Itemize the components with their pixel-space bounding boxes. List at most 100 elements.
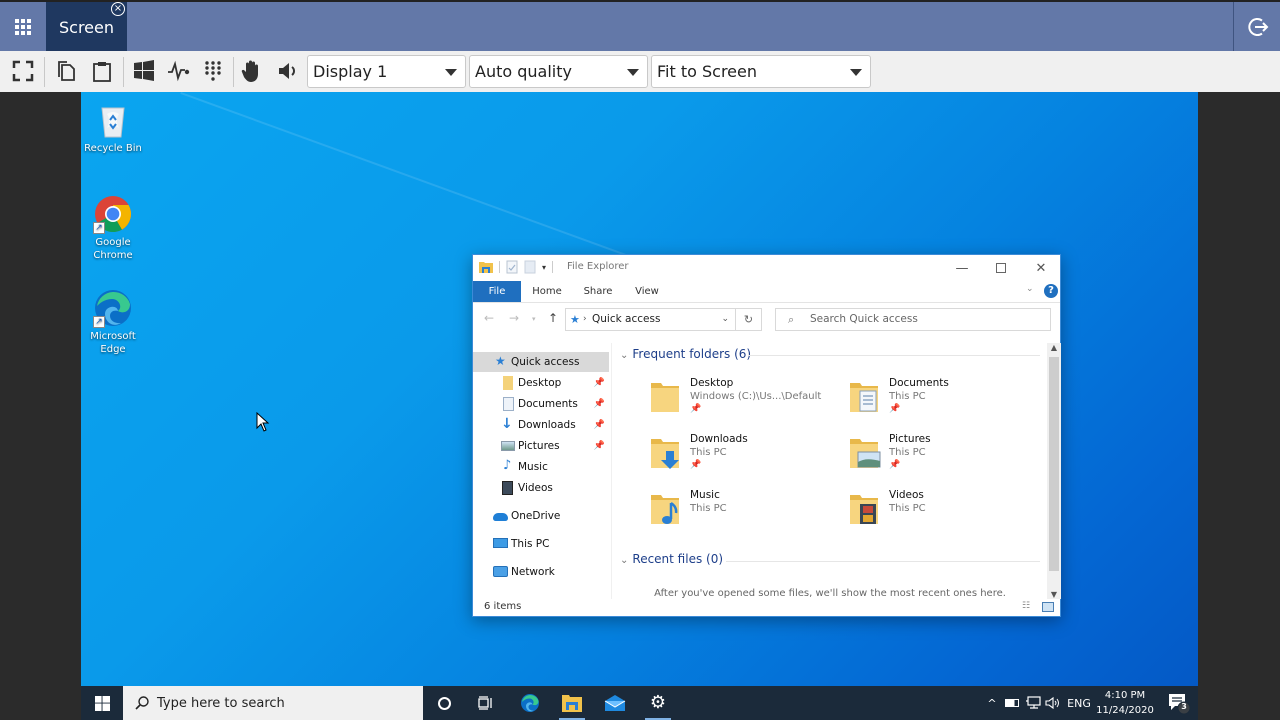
desktop-icon-google-chrome[interactable]: ↗ Google Chrome <box>81 194 145 262</box>
taskbar-mail[interactable] <box>594 686 636 720</box>
fullscreen-icon[interactable] <box>10 58 36 84</box>
frequent-folders-header[interactable]: ⌄ Frequent folders (6) <box>620 347 751 361</box>
sidebar-item-network[interactable]: Network <box>473 562 609 582</box>
help-icon[interactable]: ? <box>1044 284 1058 298</box>
forward-button[interactable]: → <box>509 311 519 325</box>
customize-toolbar-icon[interactable]: ▾ <box>542 263 546 272</box>
sidebar-item-label: Videos <box>518 482 553 494</box>
new-folder-icon[interactable] <box>524 260 536 274</box>
hand-icon[interactable] <box>239 58 265 84</box>
content-scrollbar[interactable]: ▲ ▼ <box>1047 343 1061 599</box>
recent-files-header[interactable]: ⌄ Recent files (0) <box>620 552 723 566</box>
up-button[interactable]: ↑ <box>548 311 558 325</box>
sidebar-item-pictures[interactable]: Pictures 📌 <box>473 436 609 456</box>
taskbar-clock[interactable]: 4:10 PM 11/24/2020 <box>1095 688 1155 718</box>
sidebar-item-quick-access[interactable]: ★ Quick access <box>473 352 609 372</box>
shortcut-arrow-icon: ↗ <box>93 316 105 328</box>
ribbon-tab-home[interactable]: Home <box>527 281 567 302</box>
folder-tile-desktop[interactable]: Desktop Windows (C:)\Us...\Default 📌 <box>649 377 849 429</box>
folder-tile-downloads[interactable]: Downloads This PC 📌 <box>649 433 849 485</box>
taskbar-edge[interactable] <box>509 686 551 720</box>
folder-tile-documents[interactable]: Documents This PC 📌 <box>848 377 1048 429</box>
sidebar-item-label: Quick access <box>511 356 580 368</box>
folder-name: Downloads <box>690 433 748 445</box>
properties-icon[interactable] <box>506 260 518 274</box>
show-hidden-icons-button[interactable]: ^ <box>985 686 999 720</box>
sidebar-item-downloads[interactable]: ↓ Downloads 📌 <box>473 415 609 435</box>
ribbon-tab-view[interactable]: View <box>629 281 665 302</box>
folder-location: This PC <box>690 447 727 458</box>
stats-icon[interactable] <box>166 58 192 84</box>
desktop-icon-microsoft-edge[interactable]: ↗ Microsoft Edge <box>81 288 145 356</box>
folder-tile-music[interactable]: Music This PC <box>649 489 849 541</box>
folder-name: Documents <box>889 377 949 389</box>
desktop-icon-label: Google Chrome <box>93 237 133 261</box>
taskbar-search-box[interactable]: Type here to search <box>123 686 423 720</box>
expand-ribbon-icon[interactable]: ⌄ <box>1026 284 1034 294</box>
scroll-up-icon[interactable]: ▲ <box>1047 343 1061 352</box>
recent-locations-icon[interactable]: ▾ <box>532 315 536 323</box>
sidebar-item-this-pc[interactable]: This PC <box>473 534 609 554</box>
scale-select[interactable]: Fit to Screen <box>651 55 871 88</box>
input-language-indicator[interactable]: ENG <box>1065 686 1093 720</box>
tab-screen[interactable]: Screen × <box>46 2 127 51</box>
close-button[interactable]: ✕ <box>1021 255 1061 281</box>
window-title-bar[interactable]: ▾ File Explorer — ✕ <box>473 255 1060 281</box>
taskbar-settings[interactable]: ⚙ <box>637 686 679 720</box>
group-header-label: Recent files (0) <box>632 552 724 566</box>
battery-icon[interactable] <box>1003 686 1021 720</box>
address-bar[interactable]: ★ › Quick access ⌄ <box>565 308 736 331</box>
sidebar-item-onedrive[interactable]: OneDrive <box>473 506 609 526</box>
folder-tile-videos[interactable]: Videos This PC <box>848 489 1048 541</box>
large-icons-view-icon[interactable] <box>1042 602 1054 612</box>
ribbon-tab-share[interactable]: Share <box>578 281 618 302</box>
volume-icon[interactable] <box>275 58 301 84</box>
downloads-folder-icon <box>651 439 679 469</box>
action-center-button[interactable]: 3 <box>1161 686 1195 720</box>
logout-button[interactable] <box>1236 2 1280 51</box>
keypad-icon[interactable] <box>200 58 226 84</box>
client-toolbar: Display 1 Auto quality Fit to Screen <box>0 51 1280 92</box>
cortana-button[interactable] <box>423 686 465 720</box>
taskbar-file-explorer[interactable] <box>551 686 593 720</box>
display-select[interactable]: Display 1 <box>307 55 466 88</box>
refresh-button[interactable]: ↻ <box>736 308 762 331</box>
details-view-icon[interactable]: ☷ <box>1022 601 1030 611</box>
minimize-button[interactable]: — <box>942 255 982 281</box>
task-view-button[interactable] <box>465 686 507 720</box>
downloads-icon: ↓ <box>501 416 513 432</box>
desktop-icon-recycle-bin[interactable]: Recycle Bin <box>81 100 145 155</box>
sidebar-item-videos[interactable]: Videos <box>473 478 609 498</box>
folder-tile-pictures[interactable]: Pictures This PC 📌 <box>848 433 1048 485</box>
clipboard-icon[interactable] <box>89 58 115 84</box>
windows-key-icon[interactable] <box>131 58 157 84</box>
start-button[interactable] <box>81 686 123 720</box>
back-button[interactable]: ← <box>484 311 494 325</box>
file-explorer-window[interactable]: ▾ File Explorer — ✕ File Home Share View… <box>472 254 1061 617</box>
sidebar-item-documents[interactable]: Documents 📌 <box>473 394 609 414</box>
pin-icon: 📌 <box>593 399 605 409</box>
music-folder-icon <box>651 495 679 524</box>
address-dropdown-icon[interactable]: ⌄ <box>721 309 729 330</box>
scrollbar-thumb[interactable] <box>1049 357 1059 571</box>
apps-menu-button[interactable] <box>0 2 46 51</box>
client-top-bar: Screen × <box>0 0 1280 51</box>
volume-tray-icon[interactable] <box>1044 686 1062 720</box>
sidebar-item-desktop[interactable]: Desktop 📌 <box>473 373 609 393</box>
folder-location: This PC <box>690 503 727 514</box>
divider <box>123 57 124 87</box>
sidebar-item-music[interactable]: ♪ Music <box>473 457 609 477</box>
scroll-down-icon[interactable]: ▼ <box>1047 590 1061 599</box>
ribbon-tab-file[interactable]: File <box>473 281 521 302</box>
maximize-button[interactable] <box>981 255 1021 281</box>
settings-gear-icon: ⚙ <box>649 692 667 713</box>
minimize-icon: — <box>955 260 969 276</box>
search-input[interactable]: ⌕ Search Quick access <box>775 308 1051 331</box>
close-tab-icon[interactable]: × <box>111 2 125 16</box>
display-select-value: Display 1 <box>313 62 388 81</box>
quality-select[interactable]: Auto quality <box>469 55 648 88</box>
desktop-icon-label: Microsoft Edge <box>90 331 136 355</box>
copy-icon[interactable] <box>53 58 79 84</box>
documents-icon <box>503 397 514 411</box>
network-tray-icon[interactable] <box>1024 686 1042 720</box>
